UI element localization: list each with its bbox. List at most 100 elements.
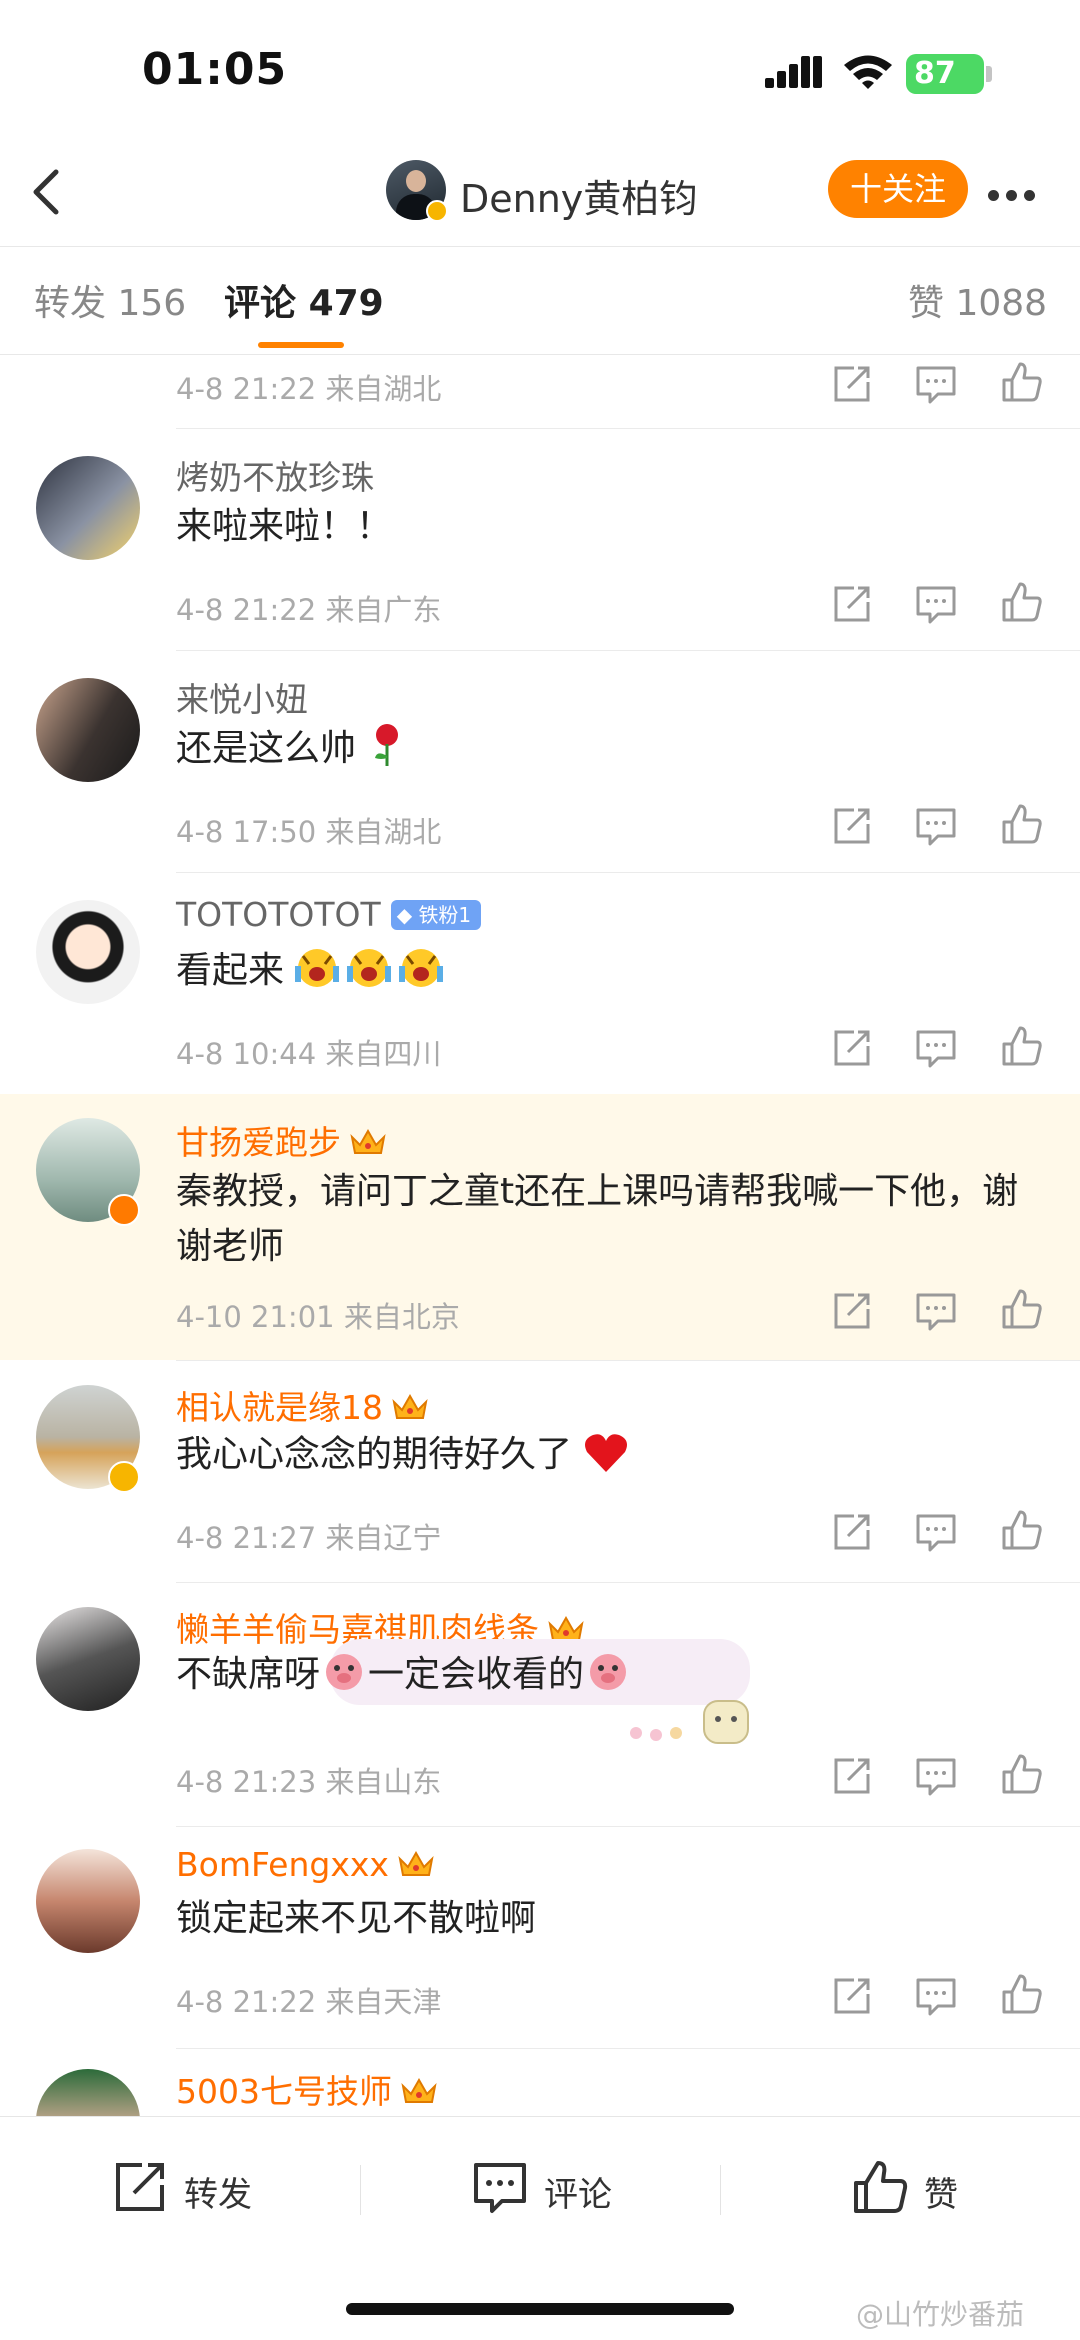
bottom-action-bar: 转发 评论 赞 @山竹炒番茄 bbox=[0, 2116, 1080, 2340]
like-icon[interactable] bbox=[1000, 1972, 1044, 2016]
reply-icon[interactable] bbox=[914, 1754, 958, 1798]
tab-comments[interactable]: 评论 479 bbox=[224, 274, 384, 326]
comment-text: 我心心念念的期待好久了 bbox=[176, 1427, 1056, 1482]
tab-comments-count: 479 bbox=[308, 283, 384, 324]
cellular-signal-icon bbox=[765, 56, 822, 88]
comment-meta: 4-8 10:44 来自四川 bbox=[176, 1037, 442, 1071]
comment-text: 锁定起来不见不散啦啊 bbox=[176, 1898, 537, 1939]
battery-tip bbox=[986, 66, 992, 82]
commenter-name-text: 5003七号技师 bbox=[176, 2072, 392, 2111]
nav-bar: Denny黄柏钧 十关注 bbox=[0, 140, 1080, 246]
commenter-avatar[interactable] bbox=[36, 2069, 140, 2116]
reply-icon[interactable] bbox=[914, 804, 958, 848]
comment-meta: 4-8 17:50 来自湖北 bbox=[176, 815, 442, 849]
verified-badge-icon bbox=[108, 1461, 140, 1493]
commenter-name-text: BomFengxxx bbox=[176, 1845, 389, 1884]
author-name[interactable]: Denny黄柏钧 bbox=[460, 168, 697, 223]
like-icon[interactable] bbox=[1000, 802, 1044, 846]
reply-icon[interactable] bbox=[914, 1974, 958, 2018]
repost-icon[interactable] bbox=[830, 1754, 874, 1798]
like-icon[interactable] bbox=[1000, 360, 1044, 404]
tab-repost[interactable]: 转发 156 bbox=[34, 274, 186, 326]
vip-crown-icon bbox=[398, 1850, 434, 1876]
like-label: 赞 bbox=[924, 2175, 958, 2215]
comment-text: 看起来 bbox=[176, 943, 1056, 998]
tab-repost-label: 转发 bbox=[34, 283, 107, 324]
back-arrow-icon[interactable] bbox=[22, 162, 72, 222]
fan-level-badge: ◆ 铁粉1 bbox=[390, 900, 482, 930]
vip-crown-icon bbox=[401, 2077, 437, 2103]
comment-text-body: 我心心念念的期待好久了 bbox=[176, 1434, 573, 1475]
repost-icon[interactable] bbox=[830, 804, 874, 848]
commenter-name[interactable]: 烤奶不放珍珠 bbox=[176, 451, 374, 499]
battery-indicator: 87 bbox=[906, 54, 984, 94]
reply-icon[interactable] bbox=[914, 582, 958, 626]
home-indicator[interactable] bbox=[346, 2303, 734, 2315]
tab-likes[interactable]: 赞 1088 bbox=[908, 274, 1047, 326]
bear-sticker-icon bbox=[630, 1700, 749, 1744]
comment-item-highlighted: 甘扬爱跑步 秦教授，请问丁之童t还在上课吗请帮我喊一下他，谢谢老师 4-10 2… bbox=[0, 1094, 1080, 1360]
comment-list: 4-8 21:22 来自湖北 烤奶不放珍珠 来啦来啦！！ 4-8 21:22 来… bbox=[0, 356, 1080, 2116]
repost-icon[interactable] bbox=[830, 1289, 874, 1333]
repost-icon[interactable] bbox=[830, 1974, 874, 2018]
reply-icon[interactable] bbox=[914, 1026, 958, 1070]
red-heart-emoji-icon bbox=[585, 1434, 628, 1472]
comment-text-body: 还是这么帅 bbox=[176, 728, 357, 769]
repost-icon[interactable] bbox=[830, 582, 874, 626]
commenter-avatar[interactable] bbox=[36, 900, 140, 1004]
verified-badge-icon bbox=[426, 200, 448, 222]
more-options-icon[interactable] bbox=[988, 186, 1044, 201]
commenter-avatar[interactable] bbox=[36, 678, 140, 782]
reply-icon[interactable] bbox=[914, 1289, 958, 1333]
vip-crown-icon bbox=[392, 1393, 428, 1419]
rose-emoji-icon bbox=[375, 724, 399, 766]
comment-item: 5003七号技师 bbox=[0, 2049, 1080, 2116]
pig-sticker-icon bbox=[590, 1654, 627, 1690]
comment-item: 4-8 21:22 来自湖北 bbox=[0, 356, 1080, 428]
repost-icon[interactable] bbox=[830, 362, 874, 406]
comment-text: 来啦来啦！！ bbox=[176, 506, 393, 547]
tab-bar: 转发 156 评论 479 赞 1088 bbox=[0, 246, 1080, 356]
comment-button[interactable]: 评论 bbox=[470, 2157, 620, 2217]
active-tab-indicator bbox=[258, 342, 344, 348]
watermark-text: @山竹炒番茄 bbox=[856, 2298, 1025, 2331]
tab-repost-count: 156 bbox=[117, 283, 187, 324]
commenter-name[interactable]: TOTOTOTOT ◆ 铁粉1 bbox=[176, 895, 482, 934]
repost-button[interactable]: 转发 bbox=[110, 2157, 260, 2217]
wifi-icon bbox=[844, 55, 892, 89]
commenter-name[interactable]: 甘扬爱跑步 bbox=[176, 1116, 387, 1164]
tab-likes-label: 赞 bbox=[908, 283, 945, 324]
commenter-name[interactable]: BomFengxxx bbox=[176, 1845, 435, 1884]
like-icon[interactable] bbox=[1000, 580, 1044, 624]
reply-icon[interactable] bbox=[914, 362, 958, 406]
verified-badge-icon bbox=[108, 1194, 140, 1226]
reply-icon[interactable] bbox=[914, 1510, 958, 1554]
commenter-name[interactable]: 来悦小妞 bbox=[176, 673, 308, 721]
comment-item: TOTOTOTOT ◆ 铁粉1 看起来 4-8 10:44 来自四川 bbox=[0, 873, 1080, 1094]
comment-meta: 4-8 21:22 来自广东 bbox=[176, 593, 442, 627]
commenter-avatar[interactable] bbox=[36, 456, 140, 560]
commenter-name-text: 甘扬爱跑步 bbox=[176, 1123, 341, 1162]
like-icon[interactable] bbox=[1000, 1508, 1044, 1552]
comment-meta: 4-8 21:23 来自山东 bbox=[176, 1765, 442, 1799]
repost-icon[interactable] bbox=[830, 1510, 874, 1554]
comment-text-part1: 不缺席呀 bbox=[176, 1654, 321, 1695]
commenter-avatar[interactable] bbox=[36, 1607, 140, 1711]
commenter-avatar[interactable] bbox=[36, 1849, 140, 1953]
like-button[interactable]: 赞 bbox=[850, 2157, 980, 2217]
repost-icon[interactable] bbox=[830, 1026, 874, 1070]
follow-button[interactable]: 十关注 bbox=[828, 160, 968, 218]
like-icon bbox=[854, 2161, 908, 2213]
repost-icon bbox=[116, 2163, 164, 2211]
commenter-name[interactable]: 相认就是缘18 bbox=[176, 1381, 429, 1429]
repost-label: 转发 bbox=[184, 2175, 252, 2215]
like-icon[interactable] bbox=[1000, 1024, 1044, 1068]
like-icon[interactable] bbox=[1000, 1287, 1044, 1331]
bottom-separator bbox=[360, 2165, 361, 2215]
status-bar: 01:05 87 bbox=[0, 0, 1080, 140]
fan-badge-label: 铁粉1 bbox=[418, 903, 472, 927]
excited-face-emoji-icon bbox=[295, 949, 444, 987]
commenter-name[interactable]: 5003七号技师 bbox=[176, 2065, 438, 2113]
comment-item: 烤奶不放珍珠 来啦来啦！！ 4-8 21:22 来自广东 bbox=[0, 429, 1080, 650]
like-icon[interactable] bbox=[1000, 1752, 1044, 1796]
